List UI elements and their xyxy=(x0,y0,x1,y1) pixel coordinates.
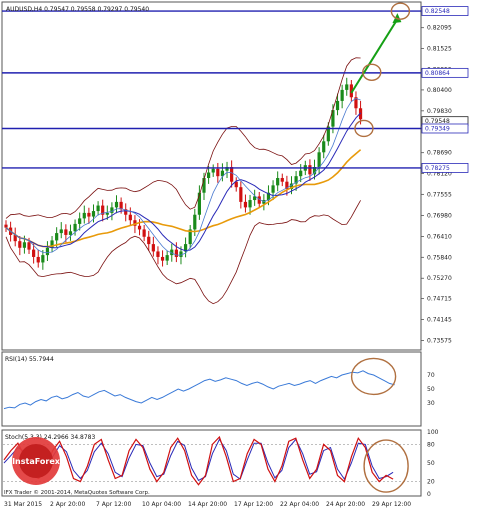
candle-body xyxy=(239,187,243,202)
stoch-tick-label: 50 xyxy=(427,460,435,467)
candle-body xyxy=(276,178,280,186)
x-tick-label: 22 Apr 04:00 xyxy=(280,501,319,508)
x-tick-label: 31 Mar 2015 xyxy=(4,501,42,508)
y-tick-label: 0.79830 xyxy=(427,108,452,115)
candle-body xyxy=(322,141,326,153)
candle-body xyxy=(137,225,142,230)
price-label: 0.80864 xyxy=(425,70,450,77)
candle-body xyxy=(22,242,27,248)
candle-body xyxy=(193,214,197,230)
y-tick-label: 0.74145 xyxy=(427,317,452,324)
candle-body xyxy=(73,223,77,232)
candle-body xyxy=(36,256,40,263)
stoch-tick-label: 80 xyxy=(427,441,435,448)
candle-body xyxy=(4,224,8,228)
candle-body xyxy=(18,241,22,248)
candle-body xyxy=(105,212,109,215)
y-tick-label: 0.78690 xyxy=(427,150,452,157)
y-tick-label: 0.74715 xyxy=(427,296,452,303)
candle-body xyxy=(230,167,234,182)
rsi-label: RSI(14) 55.7944 xyxy=(5,356,54,363)
price-panel xyxy=(1,1,422,351)
stoch-tick-label: 100 xyxy=(427,429,439,436)
y-tick-label: 0.80400 xyxy=(427,87,452,94)
candle-body xyxy=(248,200,252,208)
y-tick-label: 0.75840 xyxy=(427,254,452,261)
x-tick-label: 7 Apr 12:00 xyxy=(96,501,131,508)
candle-body xyxy=(142,229,146,237)
candle-body xyxy=(340,89,344,101)
y-tick-label: 0.76410 xyxy=(427,233,452,240)
candle-body xyxy=(27,242,31,250)
x-tick-label: 24 Apr 20:00 xyxy=(326,501,365,508)
candle-body xyxy=(147,236,151,245)
candle-body xyxy=(207,172,211,179)
candle-body xyxy=(174,249,178,257)
candle-body xyxy=(114,201,119,208)
candle-body xyxy=(211,168,215,173)
candle-body xyxy=(55,233,59,241)
candle-body xyxy=(151,244,155,252)
candle-body xyxy=(59,229,63,234)
candle-body xyxy=(317,152,321,168)
candle-body xyxy=(41,255,45,263)
candle-body xyxy=(156,251,160,257)
candle-body xyxy=(119,201,123,210)
watermark-caption: IFX Trader © 2001-2014, MetaQuotes Softw… xyxy=(4,489,150,496)
candle-body xyxy=(128,214,132,221)
candle-body xyxy=(345,84,349,90)
candle-body xyxy=(335,100,340,111)
candle-body xyxy=(87,212,91,217)
y-tick-label: 0.75270 xyxy=(427,275,452,282)
stoch-label: Stoch(5,3,3) 24.2966 34.8783 xyxy=(5,434,96,441)
rsi-tick-label: 30 xyxy=(427,400,435,407)
candle-body xyxy=(32,249,36,257)
candle-body xyxy=(165,255,169,261)
x-tick-label: 17 Apr 12:00 xyxy=(234,501,273,508)
x-tick-label: 29 Apr 12:00 xyxy=(372,501,411,508)
candle-body xyxy=(243,201,248,208)
candle-body xyxy=(96,205,100,212)
stoch-tick-label: 20 xyxy=(427,479,435,486)
y-tick-label: 0.77555 xyxy=(427,191,452,198)
price-label: 0.78275 xyxy=(425,165,450,172)
candle-body xyxy=(216,168,220,177)
candle-body xyxy=(280,178,284,182)
y-tick-label: 0.76980 xyxy=(427,212,452,219)
candle-body xyxy=(45,247,50,256)
candle-body xyxy=(299,170,303,177)
candle-body xyxy=(91,211,96,217)
rsi-tick-label: 50 xyxy=(427,386,435,393)
price-label: 0.82548 xyxy=(425,8,450,15)
y-tick-label: 0.81525 xyxy=(427,46,452,53)
x-tick-label: 14 Apr 20:00 xyxy=(188,501,227,508)
rsi-tick-label: 70 xyxy=(427,372,435,379)
x-tick-label: 10 Apr 04:00 xyxy=(142,501,181,508)
candle-body xyxy=(271,185,275,193)
candle-body xyxy=(68,231,73,235)
candle-body xyxy=(78,218,82,224)
y-tick-label: 0.73575 xyxy=(427,337,452,344)
candle-body xyxy=(160,256,165,261)
symbol-line: AUDUSD,H4 0.79547 0.79558 0.79297 0.7954… xyxy=(6,6,149,13)
x-tick-label: 2 Apr 20:00 xyxy=(50,501,85,508)
stoch-tick-label: 0 xyxy=(427,491,431,498)
candle-body xyxy=(110,207,114,213)
candle-body xyxy=(82,212,86,219)
y-tick-label: 0.82095 xyxy=(427,25,452,32)
trading-chart: 70 50 30 100 80 50 20 0 0.82548 0.82095 0.81525 0… xyxy=(1,1,469,508)
watermark-brand: InstaForex xyxy=(12,457,61,466)
candle-body xyxy=(64,229,68,235)
price-label: 0.79349 xyxy=(425,125,450,132)
candle-body xyxy=(308,165,312,175)
